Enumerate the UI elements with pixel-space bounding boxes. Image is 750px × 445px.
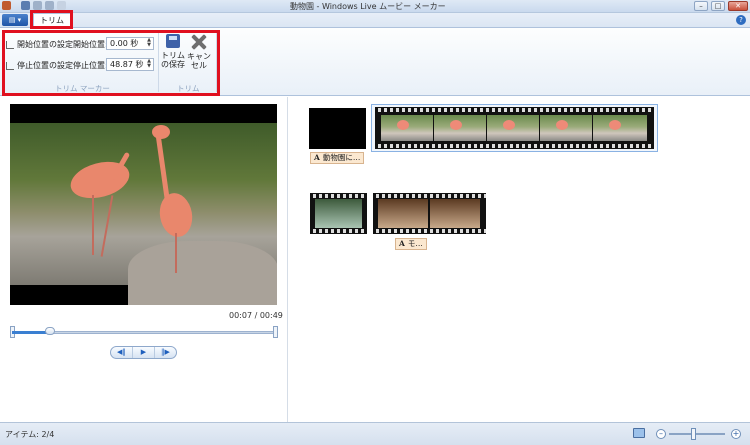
clip-frame: [434, 115, 487, 141]
title-bar: 動物園 - Windows Live ムービー メーカー – □ ✕: [0, 0, 750, 13]
monitor-icon[interactable]: [633, 428, 645, 438]
zoom-out-button[interactable]: –: [656, 429, 666, 439]
flamingo-shape: [155, 130, 170, 202]
film-holes: [373, 229, 486, 233]
film-holes: [310, 229, 367, 233]
caption-text: 動物園に…: [322, 153, 361, 162]
clip-frame: [487, 115, 540, 141]
film-holes: [375, 108, 654, 112]
flamingo-shape: [175, 233, 177, 273]
status-bar: アイテム: 2/4 – +: [0, 422, 750, 445]
clip-frame: [381, 115, 434, 141]
video-preview[interactable]: [10, 104, 277, 305]
redo-icon[interactable]: [45, 1, 54, 10]
tab-highlight-box: [30, 10, 73, 29]
text-icon: A: [314, 153, 320, 162]
preview-pool: [128, 241, 277, 305]
window-title: 動物園 - Windows Live ムービー メーカー: [290, 2, 446, 11]
close-button[interactable]: ✕: [728, 1, 748, 11]
caption-text: モ…: [407, 239, 423, 248]
clip-frame: [540, 115, 593, 141]
zoom-thumb[interactable]: [691, 428, 696, 440]
zoom-slider[interactable]: [669, 433, 725, 435]
zoom-in-button[interactable]: +: [731, 429, 741, 439]
next-frame-button[interactable]: ‖▶: [155, 347, 176, 358]
play-button[interactable]: ▶: [133, 347, 155, 358]
video-clip[interactable]: [310, 193, 367, 234]
flamingo-shape: [100, 195, 114, 257]
flamingo-shape: [152, 125, 170, 139]
text-icon: A: [399, 239, 405, 248]
ribbon-highlight-box: [2, 30, 220, 96]
playback-controls: ◀‖ ▶ ‖▶: [110, 346, 177, 359]
film-holes: [373, 194, 486, 198]
item-count: アイテム: 2/4: [5, 430, 55, 439]
clip-frame: [430, 199, 480, 228]
help-icon[interactable]: ?: [736, 15, 746, 25]
clip-frame: [378, 199, 428, 228]
save-quick-icon[interactable]: [21, 1, 30, 10]
previous-frame-button[interactable]: ◀‖: [111, 347, 133, 358]
seek-thumb[interactable]: [44, 327, 55, 335]
caption-item[interactable]: A 動物園に…: [310, 152, 365, 164]
undo-icon[interactable]: [33, 1, 42, 10]
maximize-button[interactable]: □: [711, 1, 725, 11]
seek-slider[interactable]: [10, 326, 278, 338]
app-icon: [2, 1, 11, 10]
preview-image: [10, 123, 277, 305]
film-holes: [375, 144, 654, 148]
title-clip[interactable]: [309, 108, 366, 149]
pane-divider[interactable]: [287, 97, 288, 422]
film-holes: [310, 194, 367, 198]
flamingo-shape: [92, 195, 94, 255]
caption-item[interactable]: A モ…: [395, 238, 427, 250]
trim-end-handle[interactable]: [273, 326, 278, 338]
quick-access-dropdown-icon[interactable]: [57, 1, 66, 10]
video-clip-selected[interactable]: [375, 107, 654, 149]
clip-frame: [593, 115, 648, 141]
minimize-button[interactable]: –: [694, 1, 708, 11]
preview-timecode: 00:07 / 00:49: [229, 311, 283, 320]
app-menu-button[interactable]: ▤ ▾: [2, 14, 28, 26]
ribbon-tab-row: ▤ ▾ トリム ?: [0, 13, 750, 28]
clip-frame: [315, 199, 362, 228]
video-clip[interactable]: [373, 193, 486, 234]
